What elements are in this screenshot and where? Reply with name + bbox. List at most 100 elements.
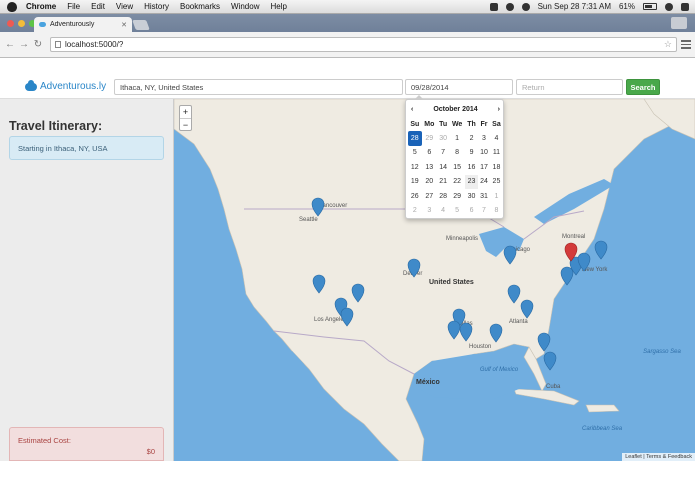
depart-value: 09/28/2014 (411, 82, 449, 92)
day-cell[interactable]: 19 (408, 175, 422, 190)
day-cell[interactable]: 31 (478, 189, 490, 204)
menu-history[interactable]: History (144, 2, 169, 11)
day-cell[interactable]: 25 (490, 175, 503, 190)
day-cell[interactable]: 8 (449, 146, 465, 161)
return-placeholder: Return (522, 82, 545, 92)
browser-tab[interactable]: Adventurously ✕ (34, 17, 132, 32)
day-cell[interactable]: 14 (437, 160, 449, 175)
itinerary-sidebar: Travel Itinerary: Starting in Ithaca, NY… (0, 99, 174, 461)
label-atlanta: Atlanta (509, 319, 528, 325)
new-tab-button[interactable] (132, 20, 150, 30)
day-cell[interactable]: 22 (449, 175, 465, 190)
day-cell[interactable]: 3 (478, 131, 490, 146)
label-montreal: Montreal (562, 234, 586, 240)
day-cell[interactable]: 13 (422, 160, 437, 175)
day-cell[interactable]: 10 (478, 146, 490, 161)
wifi-icon[interactable] (521, 2, 530, 11)
label-vancouver: Vancouver (319, 203, 348, 209)
day-cell[interactable]: 8 (490, 204, 503, 219)
day-cell[interactable]: 2 (408, 204, 422, 219)
day-cell[interactable]: 29 (449, 189, 465, 204)
hispaniola (585, 404, 620, 413)
apple-icon[interactable] (7, 1, 17, 12)
menu-help[interactable]: Help (270, 2, 286, 11)
profile-icon[interactable] (671, 17, 687, 29)
volume-icon[interactable] (505, 2, 514, 11)
cost-box: Estimated Cost: $0 (9, 427, 164, 461)
day-cell[interactable]: 3 (422, 204, 437, 219)
zoom-in-button[interactable]: + (180, 106, 191, 118)
battery-percent: 61% (618, 2, 635, 11)
day-cell[interactable]: 12 (408, 160, 422, 175)
day-cell[interactable]: 6 (465, 204, 478, 219)
clock[interactable]: Sun Sep 28 7:31 AM (538, 2, 611, 11)
minimize-window-button[interactable] (18, 20, 25, 27)
calendar-grid: Su Mo Tu We Th Fr Sa 28 29 30 1 2 3 4 5 … (408, 118, 503, 218)
url-text[interactable]: localhost:5000/? (65, 40, 664, 49)
day-cell[interactable]: 24 (478, 175, 490, 190)
day-cell[interactable]: 1 (449, 131, 465, 146)
day-cell[interactable]: 9 (465, 146, 478, 161)
day-cell[interactable]: 18 (490, 160, 503, 175)
day-cell[interactable]: 30 (437, 131, 449, 146)
day-cell[interactable]: 5 (449, 204, 465, 219)
day-cell[interactable]: 17 (478, 160, 490, 175)
zoom-out-button[interactable]: − (180, 118, 191, 130)
reload-icon[interactable]: ↻ (32, 39, 44, 51)
prev-month-button[interactable]: ‹ (411, 106, 413, 113)
depart-date-input[interactable]: 09/28/2014 (405, 79, 513, 95)
start-text: Starting in Ithaca, NY, USA (18, 143, 108, 153)
day-cell-selected[interactable]: 28 (408, 131, 422, 146)
menu-edit[interactable]: Edit (91, 2, 105, 11)
day-cell-hover[interactable]: 23 (465, 174, 479, 189)
origin-value: Ithaca, NY, United States (120, 82, 204, 92)
cost-value: $0 (146, 447, 155, 456)
spotlight-icon[interactable] (665, 2, 673, 11)
day-cell[interactable]: 4 (490, 131, 503, 146)
day-cell[interactable]: 7 (437, 146, 449, 161)
menu-chrome[interactable]: Chrome (26, 2, 56, 11)
tab-close-icon[interactable]: ✕ (121, 21, 127, 29)
day-cell[interactable]: 29 (422, 131, 437, 146)
month-title[interactable]: October 2014 (433, 106, 477, 113)
return-date-input[interactable]: Return (516, 79, 623, 95)
hamburger-menu-icon[interactable] (681, 40, 691, 49)
forward-arrow-icon[interactable]: → (18, 39, 30, 51)
bookmark-star-icon[interactable]: ☆ (664, 39, 672, 50)
menu-window[interactable]: Window (231, 2, 259, 11)
start-location-box: Starting in Ithaca, NY, USA (9, 136, 164, 160)
brand-logo[interactable]: Adventurous.ly (25, 79, 106, 92)
day-cell[interactable]: 11 (490, 146, 503, 161)
day-cell[interactable]: 1 (490, 189, 503, 204)
day-cell[interactable]: 27 (422, 189, 437, 204)
menu-bookmarks[interactable]: Bookmarks (180, 2, 220, 11)
search-button[interactable]: Search (626, 79, 660, 95)
day-cell[interactable]: 28 (437, 189, 449, 204)
address-bar[interactable]: localhost:5000/? ☆ (50, 37, 677, 52)
weekday-header: Su (410, 121, 420, 128)
back-arrow-icon[interactable]: ← (4, 39, 16, 51)
cloud-icon (25, 79, 37, 91)
day-cell[interactable]: 21 (437, 175, 449, 190)
label-dallas: Dallas (456, 321, 473, 327)
battery-icon[interactable] (643, 3, 657, 10)
day-cell[interactable]: 2 (465, 131, 478, 146)
close-window-button[interactable] (7, 20, 14, 27)
day-cell[interactable]: 4 (437, 204, 449, 219)
day-cell[interactable]: 20 (422, 175, 437, 190)
notification-center-icon[interactable] (681, 2, 689, 11)
origin-input[interactable]: Ithaca, NY, United States (114, 79, 403, 95)
day-cell[interactable]: 30 (465, 189, 478, 204)
day-cell[interactable]: 15 (449, 160, 465, 175)
day-cell[interactable]: 6 (422, 146, 437, 161)
day-cell[interactable]: 26 (408, 189, 422, 204)
day-cell[interactable]: 5 (408, 146, 422, 161)
notification-icon[interactable] (489, 2, 498, 11)
menu-file[interactable]: File (67, 2, 80, 11)
day-cell[interactable]: 16 (465, 160, 478, 175)
map-attribution[interactable]: Leaflet | Terms & Feedback (622, 453, 695, 461)
menu-view[interactable]: View (116, 2, 133, 11)
day-cell[interactable]: 7 (478, 204, 490, 219)
window-controls (7, 20, 36, 27)
next-month-button[interactable]: › (498, 106, 500, 113)
